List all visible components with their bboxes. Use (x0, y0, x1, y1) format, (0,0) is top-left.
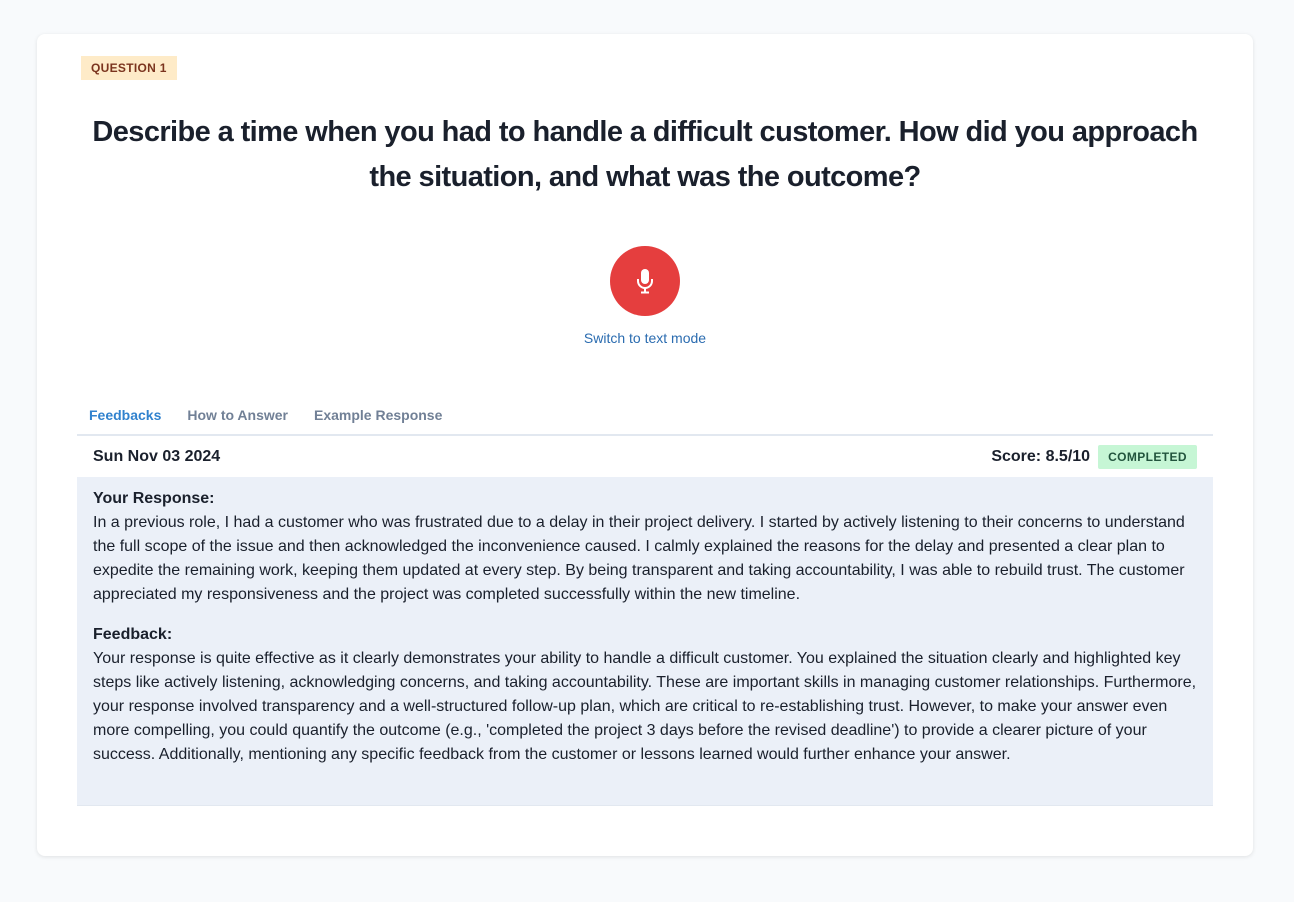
tab-feedbacks[interactable]: Feedbacks (77, 400, 175, 436)
your-response-label: Your Response: (93, 490, 215, 507)
switch-to-text-mode-link[interactable]: Switch to text mode (37, 330, 1253, 346)
question-title: Describe a time when you had to handle a… (92, 116, 1198, 193)
status-badge: COMPLETED (1098, 444, 1197, 469)
record-button[interactable] (610, 246, 680, 316)
result-header: Sun Nov 03 2024 Score: 8.5/10 COMPLETED (77, 436, 1213, 477)
score-value: Score: 8.5/10 (991, 447, 1091, 465)
tab-how-to-answer[interactable]: How to Answer (175, 400, 302, 436)
your-response-text: In a previous role, I had a customer who… (93, 514, 1185, 603)
question-card: QUESTION 1 Describe a time when you had … (37, 34, 1253, 856)
microphone-icon (637, 269, 653, 294)
score-group: Score: 8.5/10 COMPLETED (991, 444, 1197, 469)
feedback-text: Your response is quite effective as it c… (93, 650, 1197, 763)
feedback-label: Feedback: (93, 626, 173, 643)
response-date: Sun Nov 03 2024 (93, 447, 221, 465)
tab-example-response[interactable]: Example Response (302, 400, 456, 436)
result-tabs: Feedbacks How to Answer Example Response (77, 400, 1213, 436)
feedback-panel: Your Response: In a previous role, I had… (77, 477, 1213, 806)
question-number-badge: QUESTION 1 (81, 56, 177, 80)
